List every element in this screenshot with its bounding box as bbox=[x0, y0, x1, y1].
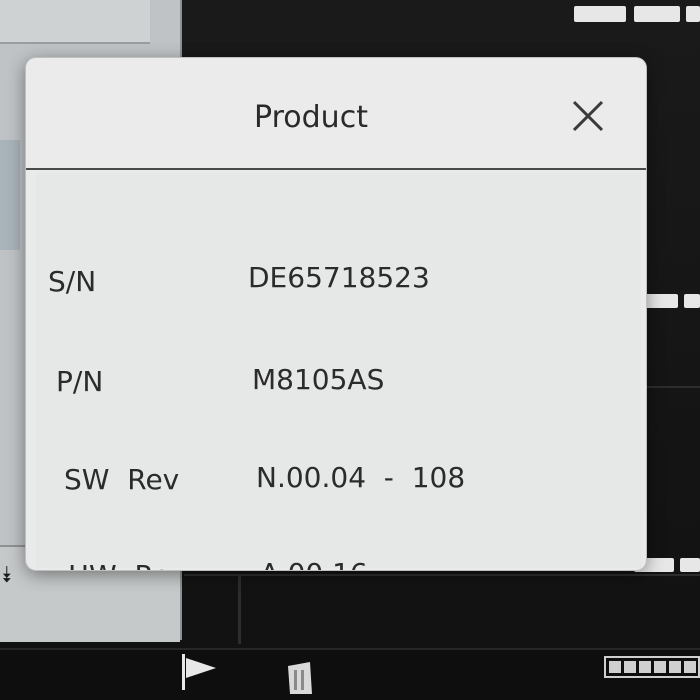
dialog-body: S/N DE65718523 P/N M8105AS SW Rev N.00.0… bbox=[36, 173, 641, 570]
hw-rev-value: A.00.16 bbox=[260, 557, 368, 570]
trash-icon[interactable] bbox=[282, 660, 316, 696]
pn-label: P/N bbox=[56, 365, 104, 398]
sw-rev-label: SW Rev bbox=[64, 463, 180, 496]
waveform-bar bbox=[684, 294, 700, 308]
flag-icon[interactable] bbox=[180, 652, 220, 692]
dialog-title: Product bbox=[254, 100, 368, 135]
monitor-screen: ✕ ⯯ Product bbox=[0, 0, 700, 700]
panel-divider bbox=[640, 386, 700, 388]
hw-rev-label: HW Rev bbox=[68, 559, 187, 570]
battery-icon bbox=[604, 656, 700, 678]
waveform-bar bbox=[680, 558, 700, 572]
waveform-bar bbox=[686, 6, 700, 22]
pn-value: M8105AS bbox=[252, 363, 385, 396]
waveform-bar bbox=[574, 6, 626, 22]
background-window-highlight bbox=[0, 140, 20, 250]
close-icon[interactable] bbox=[566, 94, 610, 138]
waveform-bar bbox=[634, 6, 680, 22]
panel-divider bbox=[238, 574, 241, 644]
close-icon[interactable]: ✕ bbox=[78, 0, 104, 5]
product-dialog: Product S/N DE65718523 P/N M8105AS SW Re… bbox=[26, 58, 646, 570]
status-bar bbox=[0, 648, 700, 700]
chevron-down-icon[interactable]: ⯯ bbox=[0, 565, 13, 587]
panel-divider bbox=[184, 574, 700, 576]
dialog-header: Product bbox=[26, 58, 646, 170]
sn-value: DE65718523 bbox=[248, 261, 430, 294]
sn-label: S/N bbox=[48, 265, 97, 298]
background-window-titlebar bbox=[0, 0, 150, 44]
sw-rev-value: N.00.04 - 108 bbox=[256, 461, 466, 494]
